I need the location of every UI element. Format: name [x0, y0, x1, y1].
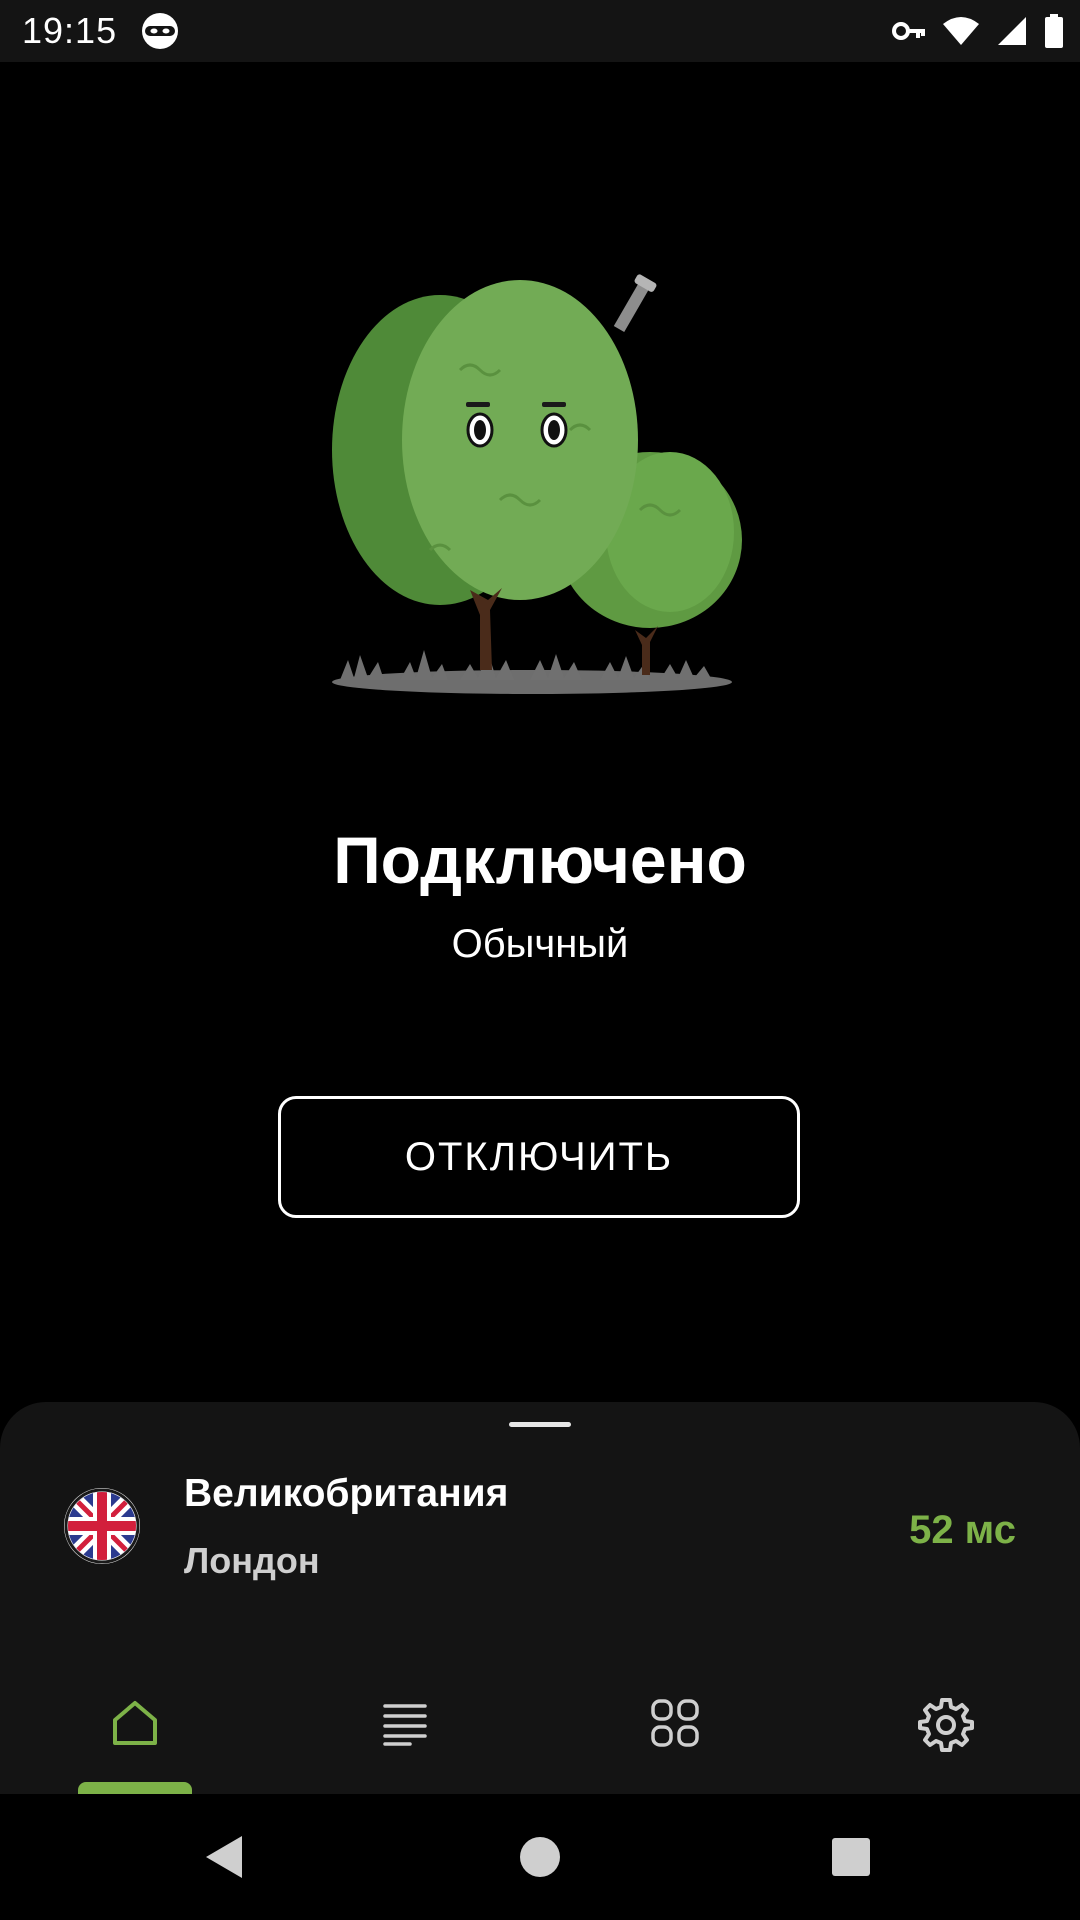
server-bottom-sheet[interactable]: Великобритания Лондон 52 мс — [0, 1402, 1080, 1794]
status-time: 19:15 — [22, 10, 118, 51]
connection-mode-label: Обычный — [451, 922, 629, 966]
gear-icon — [918, 1698, 974, 1752]
recents-icon[interactable] — [824, 1830, 878, 1884]
status-bar: 19:15 — [0, 0, 1080, 62]
uk-flag-icon — [64, 1488, 140, 1564]
wifi-icon — [943, 17, 979, 45]
back-icon[interactable] — [198, 1830, 252, 1884]
bottom-tab-bar — [0, 1662, 1080, 1794]
tab-home[interactable] — [0, 1662, 270, 1794]
server-city: Лондон — [184, 1540, 320, 1581]
grid-icon — [651, 1699, 699, 1747]
list-icon — [383, 1704, 427, 1746]
tab-settings[interactable] — [810, 1662, 1080, 1794]
signal-icon — [998, 17, 1026, 45]
tab-apps[interactable] — [540, 1662, 810, 1794]
home-icon — [113, 1701, 157, 1745]
status-icons — [892, 12, 1064, 50]
server-country: Великобритания — [184, 1472, 509, 1515]
system-nav-bar — [0, 1794, 1080, 1920]
home-nav-icon[interactable] — [513, 1830, 567, 1884]
bush-mascot-illustration — [332, 274, 742, 694]
active-tab-indicator — [78, 1782, 192, 1794]
ninja-mask-icon — [142, 13, 178, 49]
server-latency: 52 мс — [909, 1508, 1016, 1552]
battery-icon — [1045, 14, 1063, 48]
connection-status-title: Подключено — [333, 823, 747, 897]
sheet-drag-handle[interactable] — [509, 1422, 571, 1427]
disconnect-button[interactable]: ОТКЛЮЧИТЬ — [278, 1096, 800, 1218]
vpn-key-icon — [892, 22, 925, 40]
tab-list[interactable] — [270, 1662, 540, 1794]
